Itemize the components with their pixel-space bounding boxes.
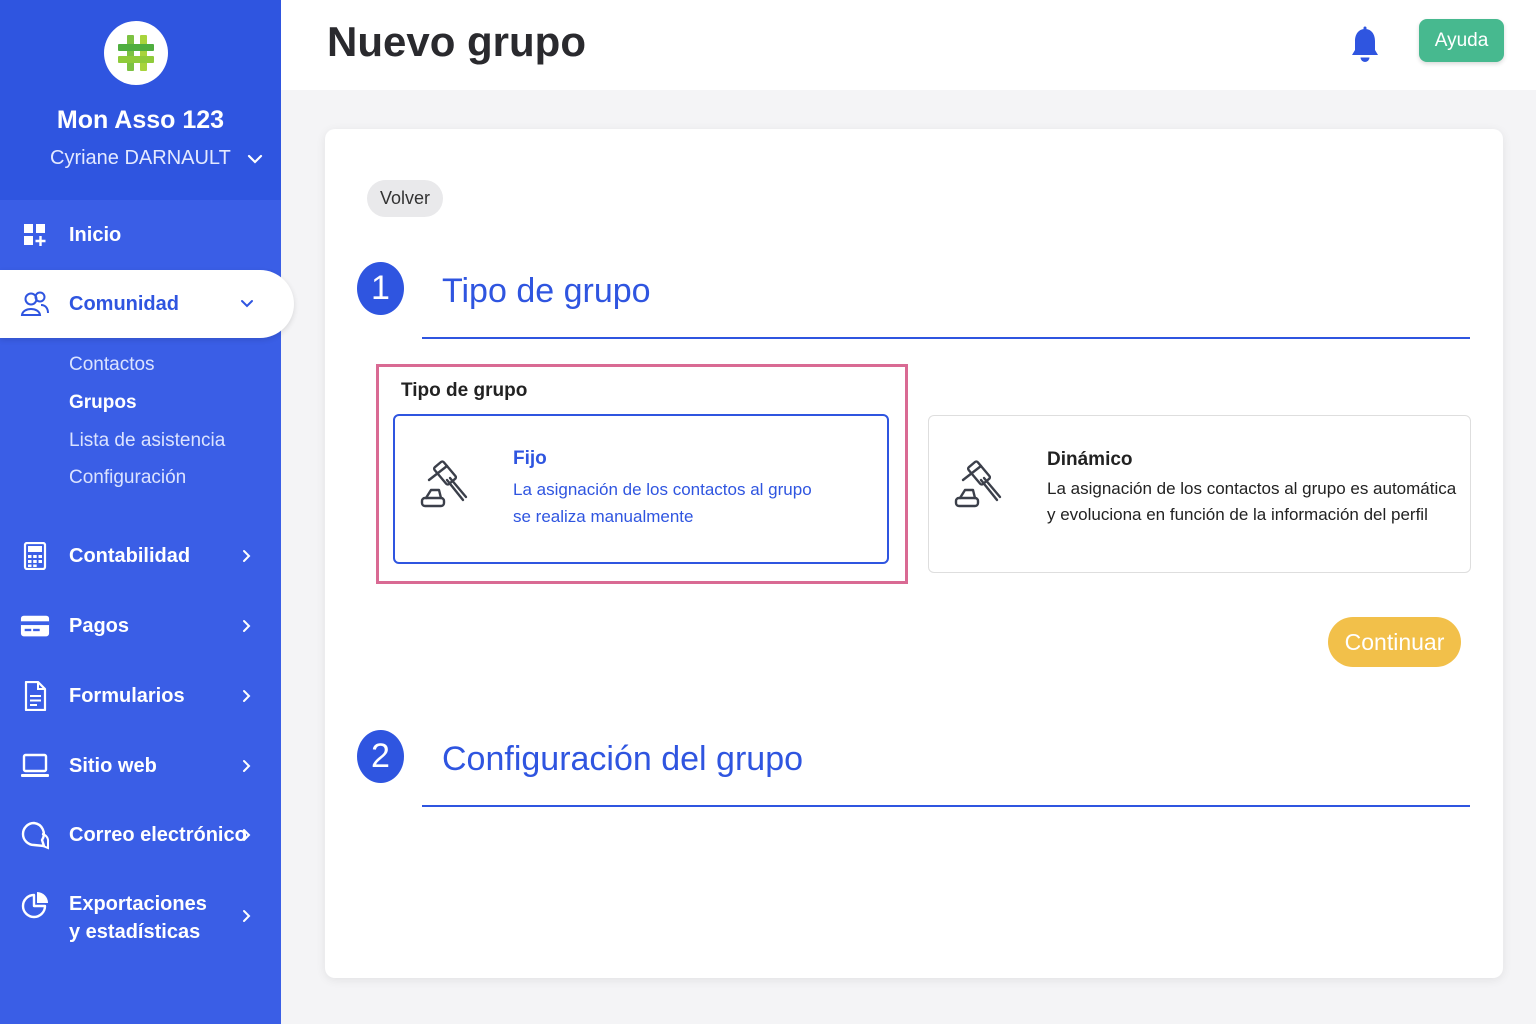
step-2-title: Configuración del grupo [442, 740, 804, 778]
chevron-down-icon[interactable] [244, 148, 266, 170]
step-1-number: 1 [357, 262, 404, 315]
step-2-number: 2 [357, 730, 404, 783]
nav-label-estadisticas: y estadísticas [69, 921, 201, 943]
back-button[interactable]: Volver [367, 180, 443, 217]
nav-label-formularios: Formularios [69, 685, 185, 707]
page-title: Nuevo grupo [327, 18, 586, 65]
group-type-label: Tipo de grupo [401, 380, 528, 401]
nav-label-inicio: Inicio [69, 224, 122, 246]
option-dynamic-desc-line-2: y evoluciona en función de la informació… [1047, 505, 1428, 524]
people-icon [20, 289, 50, 319]
nav-item-contabilidad[interactable]: Contabilidad [0, 528, 281, 584]
nav-label-comunidad: Comunidad [69, 293, 179, 315]
organization-name: Mon Asso 123 [56, 106, 225, 134]
nav-label-correo: Correo electrónico [69, 824, 247, 846]
bell-icon[interactable] [1349, 26, 1381, 64]
submenu-item-grupos[interactable]: Grupos [69, 392, 137, 414]
nav-item-formularios[interactable]: Formularios [0, 668, 281, 724]
nav-item-comunidad[interactable]: Comunidad [0, 270, 294, 338]
new-group-form-card: Volver 1 Tipo de grupo Tipo de grupo Fij… [325, 129, 1503, 978]
chevron-right-icon [243, 910, 251, 922]
chevron-down-icon [241, 300, 253, 308]
pie-chart-icon [20, 890, 50, 920]
credit-card-icon [20, 611, 50, 641]
gavel-icon [951, 456, 1003, 514]
submenu-item-lista-asistencia[interactable]: Lista de asistencia [69, 430, 225, 452]
top-bar: Nuevo grupo Ayuda [281, 0, 1536, 90]
calculator-icon [20, 541, 50, 571]
option-fixed-group[interactable]: Fijo La asignación de los contactos al g… [393, 414, 889, 564]
sidebar: Mon Asso 123 Cyriane DARNAULT Inicio Com… [0, 0, 294, 1024]
option-dynamic-group[interactable]: Dinámico La asignación de los contactos … [928, 415, 1471, 573]
nav-item-pagos[interactable]: Pagos [0, 598, 281, 654]
nav-item-correo-electronico[interactable]: Correo electrónico [0, 807, 281, 863]
option-fixed-desc-line-2: se realiza manualmente [513, 507, 694, 526]
continue-button[interactable]: Continuar [1328, 617, 1461, 667]
option-fixed-desc-line-1: La asignación de los contactos al grupo [513, 480, 812, 499]
option-fixed-title: Fijo [513, 448, 547, 469]
document-icon [20, 681, 50, 711]
chevron-right-icon [243, 550, 251, 562]
user-name[interactable]: Cyriane DARNAULT [50, 147, 231, 170]
help-button[interactable]: Ayuda [1419, 19, 1504, 62]
chevron-right-icon [243, 620, 251, 632]
option-dynamic-title: Dinámico [1047, 449, 1133, 470]
nav-label-contabilidad: Contabilidad [69, 545, 191, 567]
submenu-item-configuracion[interactable]: Configuración [69, 467, 186, 489]
nav-label-sitio-web: Sitio web [69, 755, 157, 777]
chevron-right-icon [243, 829, 251, 841]
nav-label-pagos: Pagos [69, 615, 130, 637]
nav-item-exportaciones[interactable]: Exportaciones y estadísticas [0, 888, 281, 948]
chat-bubble-icon [20, 820, 50, 850]
laptop-icon [20, 751, 50, 781]
option-dynamic-desc-line-1: La asignación de los contactos al grupo … [1047, 479, 1457, 498]
sidebar-header: Mon Asso 123 Cyriane DARNAULT [0, 0, 281, 200]
step-2-divider [422, 805, 1470, 807]
nav-label-exportaciones: Exportaciones [69, 893, 207, 915]
chevron-right-icon [243, 690, 251, 702]
step-1-divider [422, 337, 1470, 339]
hashtag-logo-icon[interactable] [104, 21, 168, 85]
dashboard-icon [20, 220, 50, 250]
nav-item-sitio-web[interactable]: Sitio web [0, 738, 281, 794]
chevron-right-icon [243, 760, 251, 772]
step-1-title: Tipo de grupo [442, 272, 651, 310]
nav-item-inicio[interactable]: Inicio [0, 207, 281, 263]
submenu-item-contactos[interactable]: Contactos [69, 354, 155, 376]
gavel-icon [417, 456, 469, 514]
